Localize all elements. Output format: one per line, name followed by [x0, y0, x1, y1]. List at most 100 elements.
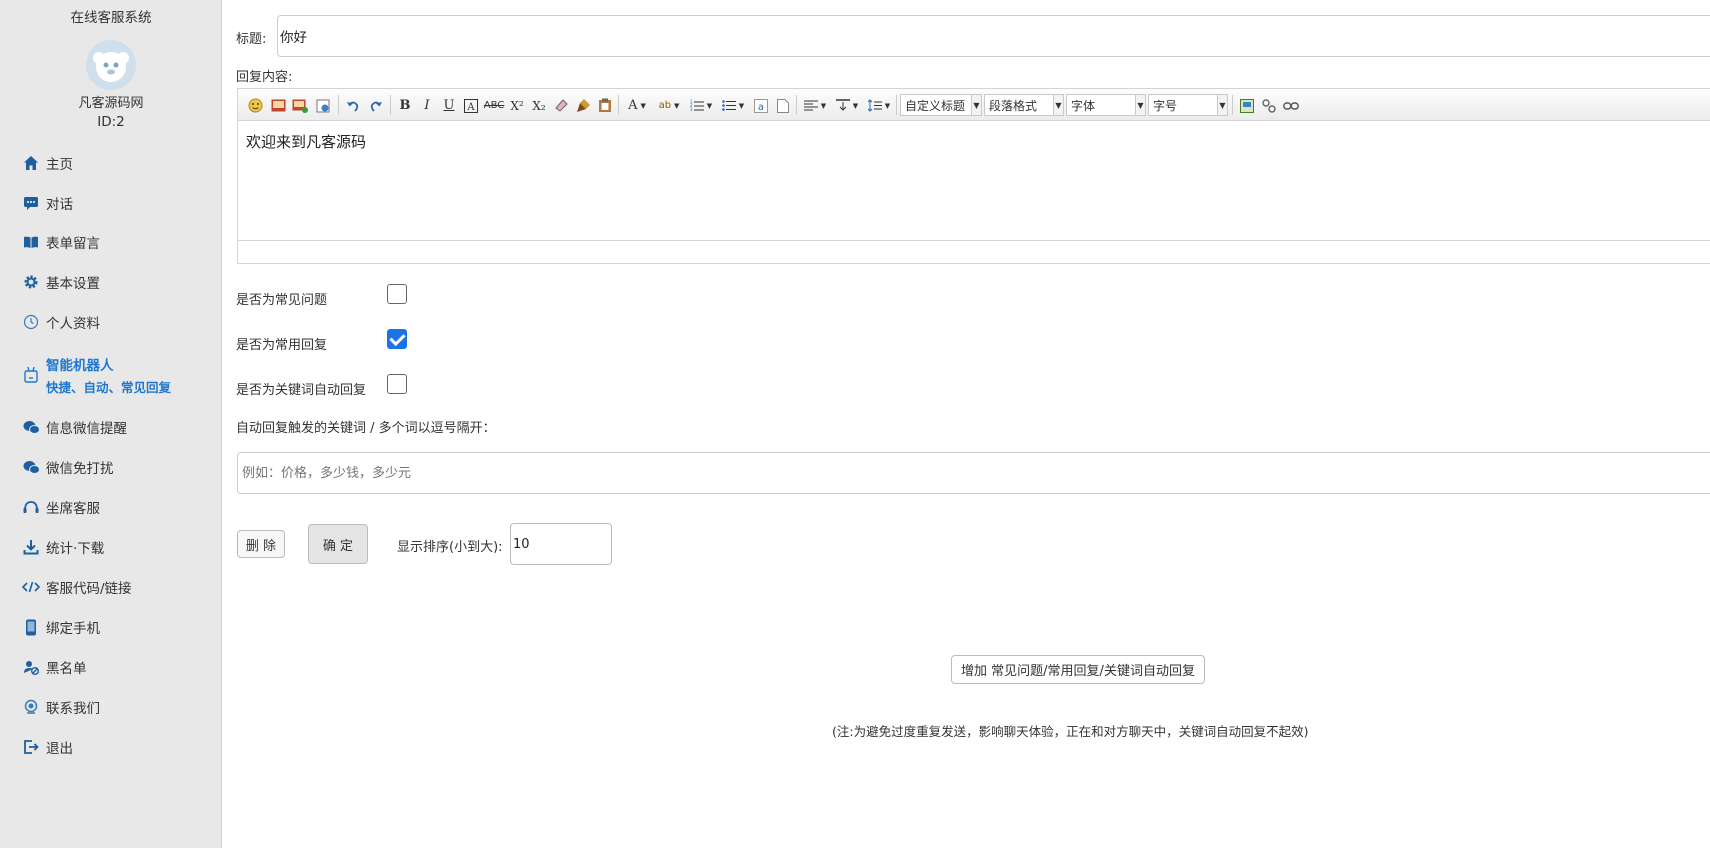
- clear-format-icon[interactable]: [552, 97, 570, 114]
- sidebar-item-wechat-dnd[interactable]: 微信免打扰: [22, 455, 114, 479]
- unordered-list-icon[interactable]: ▼: [720, 97, 746, 114]
- sidebar-item-service-code[interactable]: 客服代码/链接: [22, 575, 132, 599]
- sidebar-item-label: 信息微信提醒: [46, 421, 127, 437]
- italic-icon[interactable]: I: [418, 97, 436, 114]
- page-break-icon[interactable]: [774, 97, 792, 114]
- anchor-icon[interactable]: a: [752, 97, 770, 114]
- chevron-down-icon: ▼: [1053, 95, 1063, 115]
- delete-button[interactable]: 删 除: [237, 530, 285, 558]
- svg-text:3: 3: [690, 107, 693, 112]
- sort-order-input[interactable]: [510, 523, 612, 565]
- sidebar-item-profile[interactable]: 个人资料: [22, 310, 100, 334]
- note-text: (注:为避免过度重复发送，影响聊天体验，正在和对方聊天中，关键词自动回复不起效): [832, 724, 1309, 739]
- rich-text-editor: B I U A ABC X² X₂ A ▼ ab ▼ 123 ▼ ▼ a ▼ ▼…: [237, 88, 1710, 264]
- sidebar-item-logout[interactable]: 退出: [22, 735, 73, 759]
- sidebar-item-home[interactable]: 主页: [22, 151, 73, 175]
- image-icon[interactable]: [269, 97, 287, 114]
- emoji-icon[interactable]: [246, 97, 264, 114]
- insert-table-icon[interactable]: [1238, 97, 1256, 114]
- keywords-input[interactable]: [237, 452, 1710, 494]
- paragraph-format-select-value: 段落格式: [989, 98, 1038, 113]
- sidebar-item-label: 退出: [46, 741, 73, 757]
- sort-order-label: 显示排序(小到大):: [397, 540, 503, 555]
- toolbar-separator: [390, 95, 391, 115]
- sidebar-item-basic-settings[interactable]: 基本设置: [22, 270, 100, 294]
- font-family-select-value: 字体: [1071, 98, 1096, 113]
- align-icon[interactable]: ▼: [802, 97, 828, 114]
- sidebar-item-label: 基本设置: [46, 276, 100, 292]
- font-size-select[interactable]: 字号 ▼: [1148, 94, 1228, 116]
- book-icon: [22, 233, 40, 251]
- sidebar-item-smart-robot[interactable]: 智能机器人 快捷、自动、常见回复: [22, 354, 171, 396]
- sidebar-item-blacklist[interactable]: 黑名单: [22, 655, 87, 679]
- undo-icon[interactable]: [344, 97, 362, 114]
- title-input[interactable]: [277, 15, 1710, 57]
- underline-icon[interactable]: U: [440, 97, 458, 114]
- download-icon: [22, 538, 40, 556]
- font-family-select[interactable]: 字体 ▼: [1066, 94, 1146, 116]
- user-name: 凡客源码网: [78, 96, 144, 111]
- sidebar-item-form-messages[interactable]: 表单留言: [22, 230, 100, 254]
- highlight-color-icon[interactable]: ab ▼: [656, 97, 682, 114]
- sidebar-item-bind-phone[interactable]: 绑定手机: [22, 615, 100, 639]
- phone-icon: [22, 618, 40, 636]
- keyword-auto-reply-checkbox[interactable]: [387, 374, 407, 394]
- main-content: 标题: 回复内容: B I U: [236, 0, 1710, 848]
- font-size-select-value: 字号: [1153, 98, 1178, 113]
- sidebar-item-chat[interactable]: 对话: [22, 191, 73, 215]
- sidebar-item-label: 绑定手机: [46, 621, 100, 637]
- paste-plain-icon[interactable]: [596, 97, 614, 114]
- chevron-down-icon: ▼: [1217, 95, 1227, 115]
- chevron-down-icon: ▼: [1135, 95, 1145, 115]
- subscript-icon[interactable]: X₂: [530, 97, 548, 114]
- title-label: 标题:: [236, 32, 267, 47]
- sidebar-item-sublabel: 快捷、自动、常见回复: [46, 380, 172, 395]
- sidebar-item-stats-download[interactable]: 统计·下载: [22, 535, 104, 559]
- headset-icon: [22, 498, 40, 516]
- editor-toolbar: B I U A ABC X² X₂ A ▼ ab ▼ 123 ▼ ▼ a ▼ ▼…: [238, 89, 1710, 121]
- font-color-icon[interactable]: A ▼: [624, 97, 650, 114]
- insert-frame-icon[interactable]: [314, 97, 332, 114]
- sidebar-item-seat-service[interactable]: 坐席客服: [22, 495, 100, 519]
- common-reply-label: 是否为常用回复: [236, 338, 328, 353]
- keyword-auto-reply-label: 是否为关键词自动回复: [236, 383, 367, 398]
- add-reply-button[interactable]: 增加 常见问题/常用回复/关键词自动回复: [951, 655, 1205, 684]
- vertical-align-icon[interactable]: ▼: [834, 97, 860, 114]
- editor-content[interactable]: 欢迎来到凡客源码: [238, 121, 1710, 241]
- unlink-icon[interactable]: [1260, 97, 1278, 114]
- sidebar-item-wechat-alert[interactable]: 信息微信提醒: [22, 415, 127, 439]
- wechat-icon: [22, 458, 40, 476]
- sidebar-item-contact-us[interactable]: 联系我们: [22, 695, 100, 719]
- faq-checkbox[interactable]: [387, 284, 407, 304]
- sidebar-item-label: 智能机器人: [46, 358, 114, 374]
- line-height-icon[interactable]: ▼: [866, 97, 892, 114]
- sidebar-item-label: 黑名单: [46, 661, 87, 677]
- wechat-icon: [22, 418, 40, 436]
- paragraph-format-select[interactable]: 段落格式 ▼: [984, 94, 1064, 116]
- avatar: [86, 40, 136, 90]
- home-icon: [22, 154, 40, 172]
- svg-text:a: a: [758, 102, 764, 113]
- sidebar-item-label: 主页: [46, 157, 73, 173]
- confirm-button[interactable]: 确 定: [308, 524, 368, 564]
- svg-text:A: A: [466, 102, 475, 113]
- block-icon: [22, 658, 40, 676]
- sidebar-item-label: 微信免打扰: [46, 461, 114, 477]
- sidebar-item-label: 客服代码/链接: [46, 581, 132, 597]
- superscript-icon[interactable]: X²: [508, 97, 526, 114]
- strikethrough-icon[interactable]: ABC: [484, 97, 505, 114]
- link-icon[interactable]: [1282, 97, 1300, 114]
- common-reply-checkbox[interactable]: [387, 329, 407, 349]
- multi-image-icon[interactable]: [291, 97, 309, 114]
- custom-heading-select[interactable]: 自定义标题 ▼: [900, 94, 982, 116]
- toolbar-separator: [896, 95, 897, 115]
- format-painter-icon[interactable]: [574, 97, 592, 114]
- font-border-icon[interactable]: A: [462, 97, 480, 114]
- bold-icon[interactable]: B: [396, 97, 414, 114]
- sidebar-item-label: 坐席客服: [46, 501, 100, 517]
- custom-heading-select-value: 自定义标题: [905, 98, 966, 113]
- ordered-list-icon[interactable]: 123 ▼: [688, 97, 714, 114]
- user-id: ID:2: [97, 114, 125, 130]
- redo-icon[interactable]: [367, 97, 385, 114]
- sidebar-item-label: 表单留言: [46, 236, 100, 252]
